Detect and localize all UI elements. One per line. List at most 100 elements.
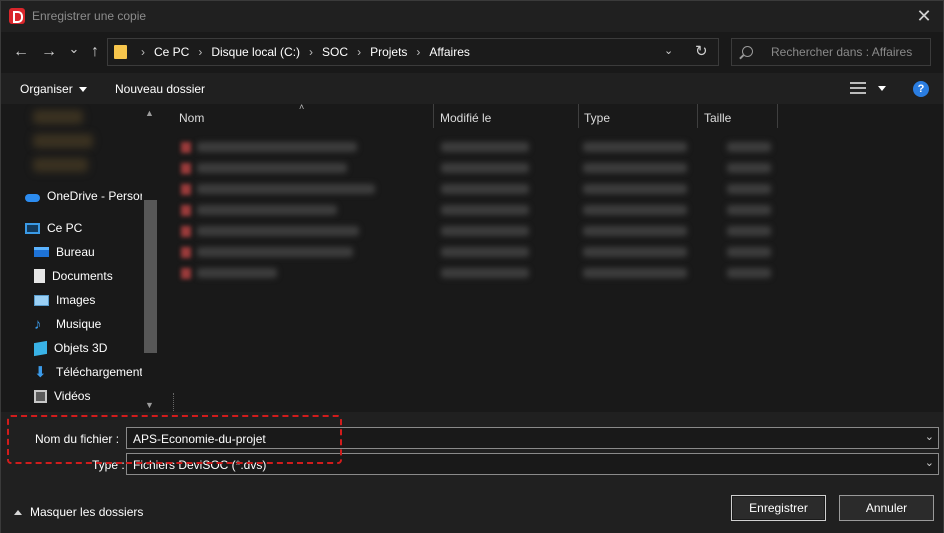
breadcrumb-separator[interactable]: › (309, 45, 313, 59)
window-title: Enregistrer une copie (32, 9, 147, 23)
file-list: ˄ Nom Modifié le Type Taille (163, 102, 943, 412)
chevron-down-icon[interactable]: ⌄ (925, 430, 934, 443)
search-input[interactable]: Rechercher dans : Affaires (731, 38, 931, 66)
desktop-icon (34, 247, 49, 257)
annotation-highlight-box (7, 415, 342, 464)
close-icon[interactable]: ✕ (911, 3, 937, 29)
sidebar-item-label: Images (56, 293, 96, 307)
videos-icon (34, 389, 47, 403)
sidebar-item-label: Téléchargements (56, 365, 149, 379)
file-row-blurred[interactable] (179, 226, 779, 240)
refresh-icon[interactable]: ↻ (695, 42, 708, 60)
blurred-quick-access-item[interactable] (33, 158, 88, 172)
breadcrumb-affaires[interactable]: Affaires (429, 45, 469, 59)
blurred-quick-access-item[interactable] (33, 110, 83, 124)
computer-icon (25, 222, 40, 234)
breadcrumb-separator[interactable]: › (198, 45, 202, 59)
downloads-icon: ⬇ (34, 363, 47, 381)
breadcrumb-this-pc[interactable]: Ce PC (154, 45, 189, 59)
folder-icon (114, 45, 127, 59)
file-icon (181, 247, 191, 258)
view-options-icon[interactable] (850, 82, 866, 94)
sort-ascending-icon: ˄ (299, 102, 305, 112)
column-divider[interactable] (697, 104, 698, 128)
up-arrow-icon[interactable]: ↑ (85, 41, 105, 63)
blurred-quick-access-item[interactable] (33, 134, 93, 148)
sidebar-item-onedrive[interactable]: OneDrive - Persor (25, 186, 144, 206)
file-row-blurred[interactable] (179, 142, 779, 156)
sidebar-item-label: Documents (52, 269, 113, 283)
chevron-down-icon[interactable]: ⌄ (925, 456, 934, 469)
file-row-blurred[interactable] (179, 205, 779, 219)
file-row-blurred[interactable] (179, 184, 779, 198)
hide-folders-label: Masquer les dossiers (30, 505, 144, 519)
save-dialog: Enregistrer une copie ✕ ← → ⌄ ↑ › Ce PC … (0, 0, 944, 533)
column-header-type[interactable]: Type (584, 111, 610, 125)
scroll-up-arrow-icon[interactable]: ▲ (145, 108, 154, 118)
breadcrumb-local-disk[interactable]: Disque local (C:) (211, 45, 300, 59)
caret-down-icon (78, 87, 87, 93)
sidebar-item-label: Vidéos (54, 389, 91, 403)
cancel-button[interactable]: Annuler (839, 495, 934, 521)
help-icon[interactable]: ? (913, 81, 929, 97)
scroll-down-arrow-icon[interactable]: ▼ (145, 400, 154, 410)
sidebar-item-label: Bureau (56, 245, 95, 259)
new-folder-button[interactable]: Nouveau dossier (115, 82, 205, 96)
save-button[interactable]: Enregistrer (731, 495, 826, 521)
devisoc-app-icon (9, 8, 25, 24)
column-divider[interactable] (777, 104, 778, 128)
breadcrumb-projets[interactable]: Projets (370, 45, 407, 59)
sidebar-item-documents[interactable]: Documents (34, 266, 113, 286)
sidebar-item-this-pc[interactable]: Ce PC (25, 218, 82, 238)
music-icon: ♪ (34, 315, 42, 333)
sidebar-item-label: Musique (56, 317, 102, 331)
file-row-blurred[interactable] (179, 247, 779, 261)
pictures-icon (34, 294, 49, 306)
file-row-blurred[interactable] (179, 268, 779, 282)
view-dropdown-caret-icon[interactable] (878, 86, 886, 91)
sidebar-item-videos[interactable]: Vidéos (34, 386, 90, 406)
sidebar-item-images[interactable]: Images (34, 290, 95, 310)
breadcrumb-separator[interactable]: › (357, 45, 361, 59)
command-bar: Organiser Nouveau dossier (1, 73, 943, 104)
organize-label: Organiser (20, 82, 73, 96)
back-arrow-icon[interactable]: ← (11, 41, 31, 63)
documents-icon (34, 269, 45, 283)
sidebar-item-objets-3d[interactable]: Objets 3D (34, 338, 107, 358)
address-dropdown-icon[interactable]: ⌄ (664, 44, 673, 57)
search-placeholder: Rechercher dans : Affaires (771, 45, 913, 59)
nav-scrollbar-thumb[interactable] (144, 200, 157, 353)
pane-splitter[interactable] (173, 393, 174, 413)
file-icon (181, 226, 191, 237)
sidebar-item-musique[interactable]: ♪ Musique (34, 314, 101, 334)
sidebar-item-label: OneDrive - Persor (47, 189, 144, 203)
address-bar[interactable]: › Ce PC › Disque local (C:) › SOC › Proj… (107, 38, 719, 66)
hide-folders-button[interactable]: Masquer les dossiers (14, 505, 143, 519)
breadcrumb-soc[interactable]: SOC (322, 45, 348, 59)
sidebar-item-label: Objets 3D (54, 341, 108, 355)
column-divider[interactable] (578, 104, 579, 128)
file-icon (181, 184, 191, 195)
organize-menu-button[interactable]: Organiser (20, 82, 87, 96)
column-divider[interactable] (433, 104, 434, 128)
3d-objects-icon (34, 340, 47, 356)
column-header-size[interactable]: Taille (704, 111, 731, 125)
file-icon (181, 205, 191, 216)
file-icon (181, 163, 191, 174)
forward-arrow-icon[interactable]: → (39, 41, 59, 63)
breadcrumb: › Ce PC › Disque local (C:) › SOC › Proj… (132, 45, 470, 59)
sidebar-item-label: Ce PC (47, 221, 83, 235)
file-icon (181, 142, 191, 153)
column-header-modified[interactable]: Modifié le (440, 111, 491, 125)
sidebar-item-bureau[interactable]: Bureau (34, 242, 95, 262)
breadcrumb-separator[interactable]: › (416, 45, 420, 59)
file-icon (181, 268, 191, 279)
breadcrumb-separator: › (141, 45, 145, 59)
recent-locations-chevron-icon[interactable]: ⌄ (64, 38, 84, 60)
chevron-up-icon (14, 509, 22, 515)
file-row-blurred[interactable] (179, 163, 779, 177)
sidebar-item-telechargements[interactable]: ⬇ Téléchargements (34, 362, 149, 382)
navigation-pane: OneDrive - Persor Ce PC Bureau Documents… (1, 104, 159, 412)
column-header-name[interactable]: Nom (179, 111, 204, 125)
cloud-icon (25, 193, 40, 202)
